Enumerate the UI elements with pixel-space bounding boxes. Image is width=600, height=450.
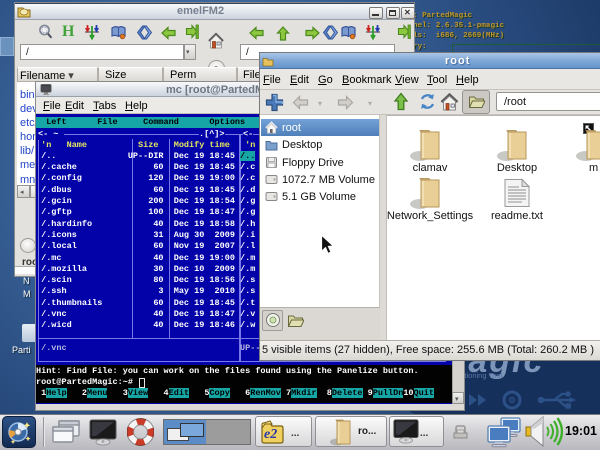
svg-text:e2: e2	[264, 427, 277, 442]
